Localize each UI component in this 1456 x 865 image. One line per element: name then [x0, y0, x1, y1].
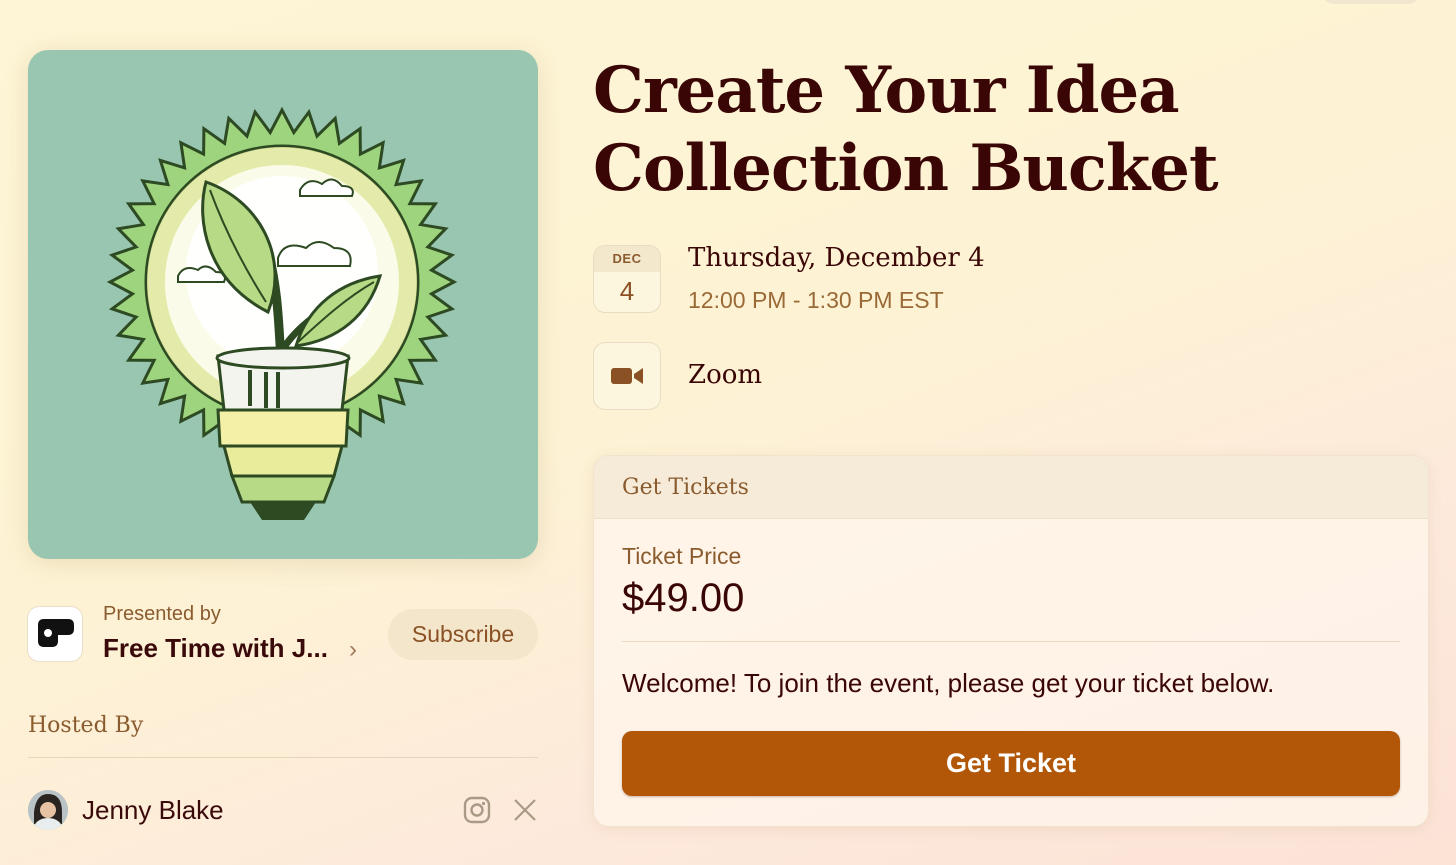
- instagram-icon[interactable]: [462, 795, 492, 830]
- presenter-name-link[interactable]: Free Time with J...: [103, 633, 338, 664]
- event-location[interactable]: Zoom: [688, 360, 762, 390]
- host-avatar-image: [28, 790, 68, 830]
- date-day: 4: [619, 276, 635, 306]
- video-camera-icon: [611, 368, 643, 384]
- event-date: Thursday, December 4: [688, 243, 985, 273]
- event-cover-image: [28, 50, 538, 559]
- host-name[interactable]: Jenny Blake: [82, 795, 224, 826]
- welcome-message: Welcome! To join the event, please get y…: [622, 668, 1275, 698]
- hosted-by-heading: Hosted By: [28, 713, 144, 738]
- ticket-price: $49.00: [622, 576, 745, 620]
- tickets-heading: Get Tickets: [594, 456, 1428, 519]
- subscribe-button[interactable]: Subscribe: [388, 609, 538, 660]
- lightbulb-plant-illustration: [106, 106, 458, 520]
- event-time: 12:00 PM - 1:30 PM EST: [688, 287, 944, 313]
- date-month: DEC: [594, 246, 660, 272]
- location-badge: [593, 342, 661, 410]
- chevron-right-icon[interactable]: ›: [349, 636, 357, 664]
- presented-by-label: Presented by: [103, 603, 221, 625]
- tickets-card: Get Tickets Ticket Price $49.00 Welcome!…: [593, 455, 1429, 827]
- x-icon[interactable]: [512, 797, 538, 828]
- presenter-logo[interactable]: [28, 607, 82, 661]
- avatar[interactable]: [28, 790, 68, 830]
- event-title-line-1: Create Your Idea: [593, 53, 1180, 128]
- top-nav-button[interactable]: [1322, 0, 1420, 4]
- get-ticket-button[interactable]: Get Ticket: [622, 731, 1400, 796]
- event-title-line-2: Collection Bucket: [593, 131, 1219, 206]
- divider: [622, 641, 1400, 642]
- event-title: Create Your Idea Collection Bucket: [593, 52, 1293, 208]
- calendar-logo-icon: [38, 619, 74, 647]
- divider: [28, 757, 538, 758]
- calendar-date-badge: DEC 4: [593, 245, 661, 313]
- ticket-price-label: Ticket Price: [622, 543, 742, 569]
